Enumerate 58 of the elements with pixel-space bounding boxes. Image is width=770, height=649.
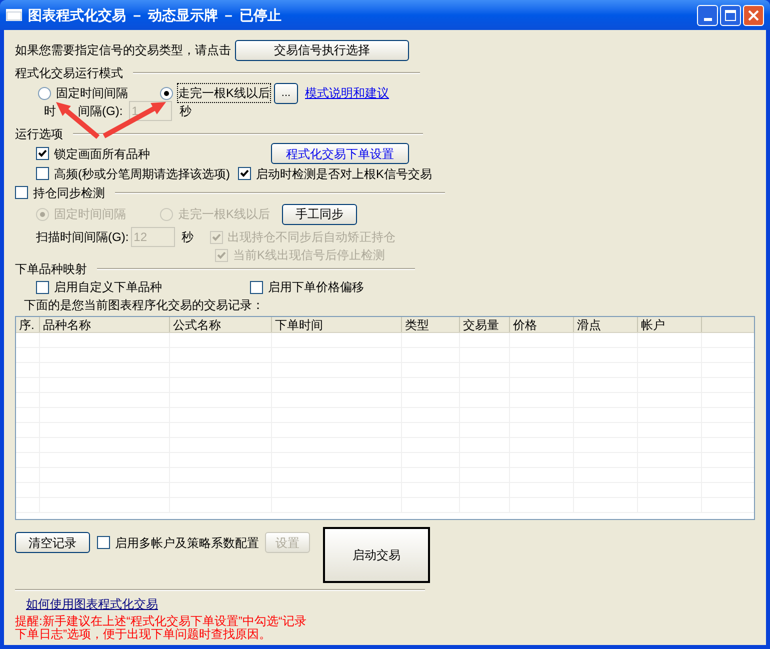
unit-label: 秒 [180,103,192,120]
minimize-button[interactable] [697,4,718,26]
window-title: 图表程式化交易 － 动态显示牌 － 已停止 [28,6,282,24]
checkbox[interactable] [36,280,49,294]
unit-label: 秒 [182,229,195,246]
notice-text: 提醒:新手建议在上述“程式化交易下单设置”中勾选“记录 [15,615,306,628]
checkbox[interactable] [97,536,110,549]
column-header[interactable]: 类型 [402,317,460,332]
start-trading-button[interactable]: 启动交易 [323,527,430,583]
column-header[interactable]: 交易量 [460,317,510,332]
radio-button[interactable] [160,86,173,100]
field-label: 间隔(G): [78,103,123,120]
column-header[interactable]: 帐户 [638,317,702,332]
help-link[interactable]: 模式说明和建议 [305,84,390,102]
checkbox[interactable] [36,167,49,180]
minimize-icon [704,18,712,20]
option-label: 启用自定义下单品种 [54,279,162,296]
maximize-icon [725,10,736,20]
close-icon [748,10,759,20]
caption-text: 下面的是您当前图表程序化交易的交易记录： [24,297,264,314]
checkbox[interactable] [250,280,263,294]
option-label: 启用多帐户及策略系数配置 [115,534,259,552]
option-label: 出现持仓不同步后自动矫正持仓 [228,229,396,246]
radio-button[interactable] [38,86,51,100]
section-title: 下单品种映射 [15,261,87,278]
column-header[interactable]: 品种名称 [40,317,170,332]
section-title: 持仓同步检测 [33,184,105,202]
prompt-text: 如果您需要指定信号的交易类型，请点击 [15,42,231,59]
notice-text: 下单日志”选项，便于出现下单问题时查找原因。 [15,628,271,641]
field-label: 扫描时间间隔(G): [36,229,129,246]
column-header[interactable]: 价格 [510,317,574,332]
option-label: 启动时检测是否对上根K信号交易 [256,166,432,182]
clear-records-button[interactable]: 清空记录 [15,532,90,553]
checkbox[interactable] [238,167,251,180]
signal-select-button[interactable]: 交易信号执行选择 [235,40,409,60]
field-label: 时 [44,103,56,120]
close-button[interactable] [743,4,764,26]
help-link[interactable]: 如何使用图表程式化交易 [26,597,158,611]
option-label: 固定时间间隔 [54,206,126,223]
window-icon [6,9,22,21]
option-label: 走完一根K线以后 [178,206,270,223]
option-label: 启用下单价格偏移 [268,279,364,296]
column-header[interactable]: 滑点 [574,317,638,332]
more-button[interactable]: ... [274,82,298,104]
option-label: 当前K线出现信号后停止检测 [233,247,386,264]
column-header[interactable]: 序. [16,317,40,332]
checkbox[interactable] [36,147,49,160]
section-title: 程式化交易运行模式 [15,65,123,82]
section-title: 运行选项 [15,126,63,143]
option-label: 锁定画面所有品种 [54,146,150,162]
column-header[interactable]: 下单时间 [272,317,402,332]
option-label: 固定时间间隔 [56,85,128,102]
order-settings-button[interactable]: 程式化交易下单设置 [271,143,409,164]
column-header[interactable]: 公式名称 [170,317,272,332]
arrow [102,102,166,138]
option-label: 高频(秒或分笔周期请选择该选项) [54,166,230,182]
maximize-button[interactable] [720,4,741,26]
option-label: 走完一根K线以后 [178,84,270,102]
